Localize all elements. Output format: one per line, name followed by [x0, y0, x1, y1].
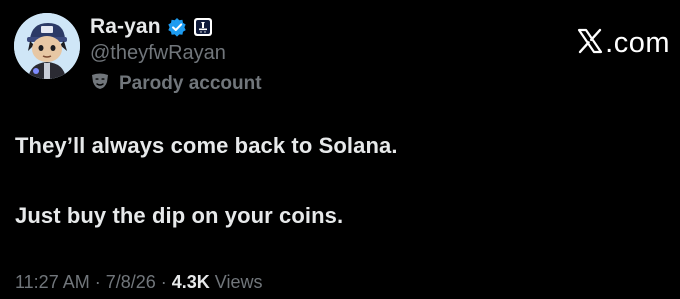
- parody-label: Parody account: [119, 72, 262, 94]
- meta-separator: ·: [94, 272, 101, 292]
- display-name[interactable]: Ra-yan: [90, 15, 161, 39]
- site-logo[interactable]: .com: [577, 27, 670, 60]
- post-text-line-1: They’ll always come back to Solana.: [15, 133, 398, 158]
- verified-badge-icon[interactable]: [167, 17, 187, 37]
- post-meta: 11:27 AM · 7/8/26 · 4.3K Views: [15, 272, 263, 293]
- avatar[interactable]: [14, 13, 80, 79]
- mask-icon: [90, 71, 110, 96]
- meta-separator: ·: [160, 272, 167, 292]
- affiliate-badge-icon[interactable]: [193, 17, 213, 37]
- post-text-line-2: Just buy the dip on your coins.: [15, 203, 344, 228]
- post-card: Ra-yan @theyfwRayan Parody account .com …: [0, 0, 680, 299]
- avatar-illustration: [14, 13, 80, 79]
- handle[interactable]: @theyfwRayan: [90, 42, 226, 65]
- x-logo-icon: [577, 28, 603, 59]
- site-logo-text: .com: [605, 27, 670, 59]
- post-time[interactable]: 11:27 AM: [15, 272, 90, 293]
- views-count[interactable]: 4.3K: [172, 272, 210, 293]
- views-label: Views: [214, 272, 263, 292]
- author-name-row: Ra-yan: [90, 14, 213, 40]
- post-date[interactable]: 7/8/26: [106, 272, 156, 293]
- parody-label-row: Parody account: [90, 71, 262, 96]
